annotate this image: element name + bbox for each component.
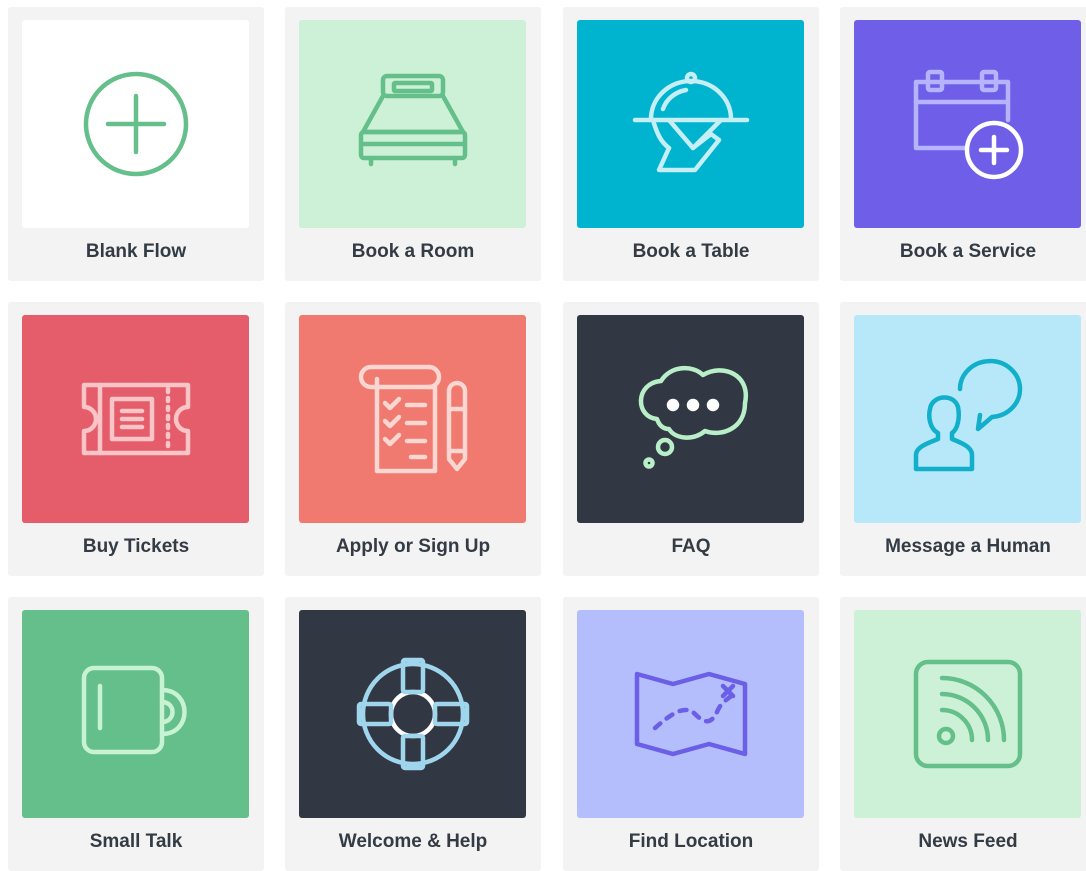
plus-circle-icon: [83, 71, 188, 177]
lifebuoy-icon: [356, 657, 469, 771]
card-tile: [854, 610, 1081, 818]
card-label: Message a Human: [885, 536, 1051, 557]
card-tile: [299, 610, 526, 818]
coffee-mug-icon: [81, 665, 187, 755]
card-label: Welcome & Help: [338, 831, 488, 852]
card-apply-or-sign-up[interactable]: Apply or Sign Up: [285, 302, 541, 576]
card-label: Blank Flow: [85, 241, 187, 262]
card-label: News Feed: [918, 831, 1018, 852]
calendar-add-icon: [913, 69, 1023, 180]
card-message-a-human[interactable]: Message a Human: [840, 302, 1086, 576]
card-tile: [299, 20, 526, 228]
ticket-icon: [81, 382, 190, 456]
template-grid: Blank Flow Book a Room Book a Table Book…: [0, 0, 1086, 871]
card-small-talk[interactable]: Small Talk: [8, 597, 264, 871]
card-book-a-room[interactable]: Book a Room: [285, 7, 541, 281]
card-tile: [299, 315, 526, 523]
card-label: Buy Tickets: [82, 536, 190, 557]
card-tile: [577, 610, 804, 818]
thought-bubble-icon: [638, 366, 748, 469]
checklist-pen-icon: [358, 364, 467, 474]
card-tile: [22, 610, 249, 818]
card-blank-flow[interactable]: Blank Flow: [8, 7, 264, 281]
card-label: Apply or Sign Up: [335, 536, 491, 557]
card-label: Find Location: [628, 831, 754, 852]
card-buy-tickets[interactable]: Buy Tickets: [8, 302, 264, 576]
bed-icon: [358, 73, 467, 167]
card-label: Book a Table: [632, 241, 750, 262]
card-book-a-service[interactable]: Book a Service: [840, 7, 1086, 281]
card-book-a-table[interactable]: Book a Table: [563, 7, 819, 281]
card-tile: [854, 20, 1081, 228]
card-find-location[interactable]: Find Location: [563, 597, 819, 871]
card-tile: [854, 315, 1081, 523]
card-tile: [577, 315, 804, 523]
card-news-feed[interactable]: News Feed: [840, 597, 1086, 871]
card-label: FAQ: [671, 536, 711, 557]
card-tile: [577, 20, 804, 228]
card-faq[interactable]: FAQ: [563, 302, 819, 576]
card-label: Book a Service: [899, 241, 1037, 262]
rss-feed-icon: [913, 659, 1022, 769]
treasure-map-icon: [634, 671, 747, 757]
card-welcome-and-help[interactable]: Welcome & Help: [285, 597, 541, 871]
card-tile: [22, 20, 249, 228]
card-label: Book a Room: [351, 241, 475, 262]
card-label: Small Talk: [89, 831, 183, 852]
person-speech-icon: [913, 358, 1022, 472]
serving-dish-icon: [632, 71, 749, 173]
card-tile: [22, 315, 249, 523]
